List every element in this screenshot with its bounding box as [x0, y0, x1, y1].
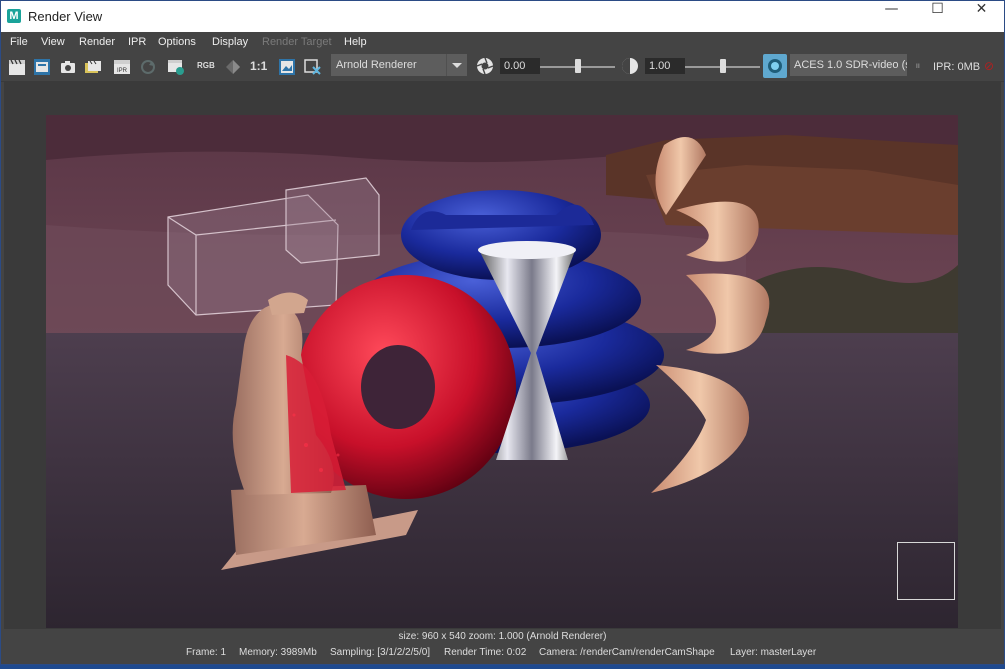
menu-render-target[interactable]: Render Target: [262, 36, 332, 48]
real-size-button[interactable]: 1:1: [250, 59, 267, 79]
camera-info: Camera: /renderCam/renderCamShape: [539, 647, 715, 658]
chevron-down-icon: [446, 54, 467, 76]
desktop-taskbar: [0, 665, 1005, 669]
status-bar: size: 960 x 540 zoom: 1.000 (Arnold Rend…: [1, 629, 1004, 664]
minimize-button[interactable]: —: [869, 1, 914, 32]
render-clapboard-icon[interactable]: [8, 58, 26, 76]
exposure-field[interactable]: 0.00: [500, 58, 540, 74]
ipr-render-icon[interactable]: IPR: [113, 58, 131, 76]
stop-ipr-icon[interactable]: ⊘: [984, 59, 994, 73]
remove-image-icon[interactable]: [304, 58, 322, 76]
image-size-info: size: 960 x 540 zoom: 1.000 (Arnold Rend…: [398, 631, 607, 642]
alpha-channel-icon[interactable]: [224, 58, 242, 76]
menu-view[interactable]: View: [41, 36, 65, 48]
title-bar: M Render View — ☐ ✕: [1, 1, 1004, 32]
render-region-icon[interactable]: [33, 58, 51, 76]
render-region-marquee[interactable]: [897, 542, 955, 600]
menu-file[interactable]: File: [10, 36, 28, 48]
menu-bar: File View Render IPR Options Display Ren…: [1, 32, 1004, 53]
view-transform-value: ACES 1.0 SDR-video (sR: [794, 59, 907, 71]
gamma-icon: [622, 58, 638, 74]
gamma-field[interactable]: 1.00: [645, 58, 685, 74]
refresh-ipr-icon[interactable]: [139, 58, 157, 76]
layer-info: Layer: masterLayer: [730, 647, 817, 658]
memory-info: Memory: 3989Mb: [239, 647, 317, 658]
render-sequence-icon[interactable]: [84, 58, 102, 76]
gamma-slider-thumb[interactable]: [719, 59, 726, 73]
sampling-info: Sampling: [3/1/2/2/5/0]: [330, 647, 431, 658]
pause-ipr-icon[interactable]: ⏸: [915, 60, 921, 73]
render-view-window: M Render View — ☐ ✕ File View Render IPR…: [0, 0, 1005, 665]
menu-options[interactable]: Options: [158, 36, 196, 48]
snapshot-camera-icon[interactable]: [59, 58, 77, 76]
menu-render[interactable]: Render: [79, 36, 115, 48]
exposure-slider-thumb[interactable]: [574, 59, 581, 73]
color-management-icon[interactable]: [763, 54, 787, 78]
menu-ipr[interactable]: IPR: [128, 36, 146, 48]
window-title: Render View: [28, 9, 103, 24]
svg-text:IPR: IPR: [117, 68, 128, 74]
maya-logo-icon: M: [7, 9, 21, 23]
rgb-channel-button[interactable]: RGB: [197, 61, 215, 81]
menu-help[interactable]: Help: [344, 36, 367, 48]
maximize-button[interactable]: ☐: [915, 1, 960, 32]
renderer-dropdown-value: Arnold Renderer: [336, 59, 417, 71]
rendered-image[interactable]: [46, 115, 958, 628]
frame-info: Frame: 1: [186, 647, 227, 658]
render-time-info: Render Time: 0:02: [444, 647, 527, 658]
menu-display[interactable]: Display: [212, 36, 248, 48]
exposure-aperture-icon: [476, 57, 494, 75]
render-settings-icon[interactable]: [167, 58, 185, 76]
ipr-memory-label: IPR: 0MB: [933, 61, 981, 73]
view-transform-dropdown[interactable]: ACES 1.0 SDR-video (sR: [790, 54, 907, 76]
frame-image-icon[interactable]: [278, 58, 296, 76]
renderer-dropdown[interactable]: Arnold Renderer: [331, 54, 467, 76]
close-button[interactable]: ✕: [959, 1, 1004, 32]
